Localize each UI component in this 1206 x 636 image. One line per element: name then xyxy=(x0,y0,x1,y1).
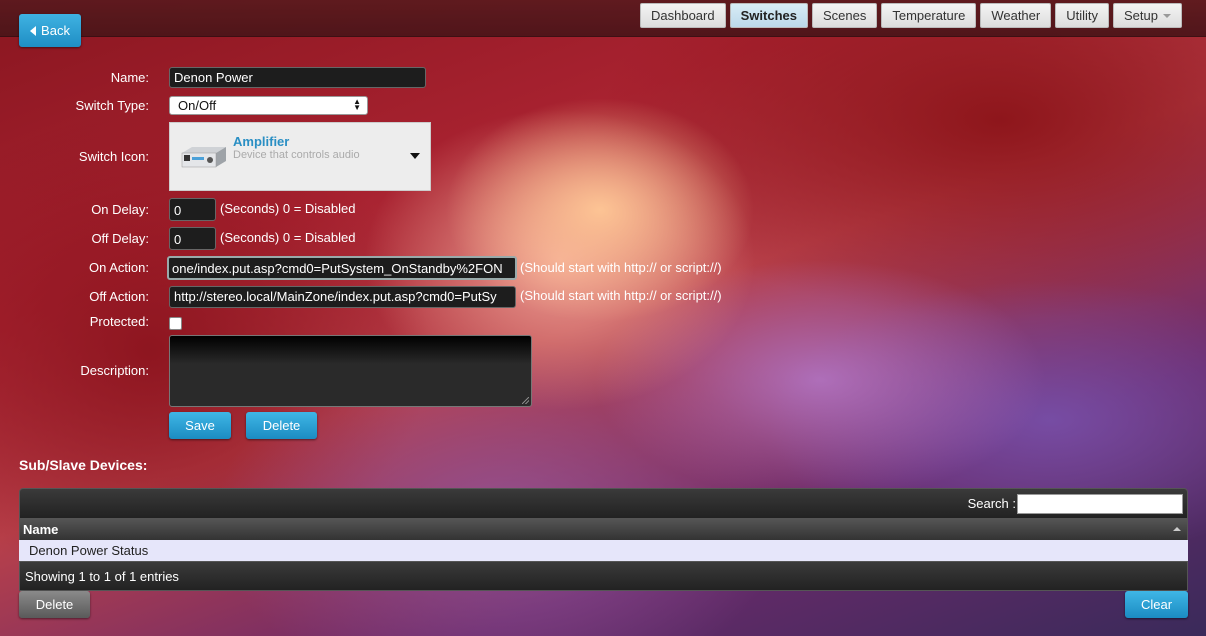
table-toolbar: Search : xyxy=(19,488,1188,519)
icon-subtitle: Device that controls audio xyxy=(233,149,360,161)
name-input[interactable]: Denon Power xyxy=(169,67,426,88)
delete-button[interactable]: Delete xyxy=(246,412,317,439)
on-delay-hint: (Seconds) 0 = Disabled xyxy=(220,201,356,216)
subdevices-title: Sub/Slave Devices: xyxy=(19,457,148,473)
on-action-hint: (Should start with http:// or script://) xyxy=(520,260,722,275)
protected-checkbox[interactable] xyxy=(169,317,182,330)
column-name-label: Name xyxy=(23,522,59,537)
table-info: Showing 1 to 1 of 1 entries xyxy=(19,561,1188,591)
delete-subdevice-button[interactable]: Delete xyxy=(19,591,90,618)
arrow-left-icon xyxy=(30,26,37,36)
off-action-label: Off Action: xyxy=(89,289,149,304)
clear-button[interactable]: Clear xyxy=(1125,591,1188,618)
tab-temperature[interactable]: Temperature xyxy=(881,3,977,28)
description-label: Description: xyxy=(80,363,149,378)
search-input[interactable] xyxy=(1017,494,1183,514)
off-delay-label: Off Delay: xyxy=(91,231,149,246)
main-nav: Dashboard Switches Scenes Temperature We… xyxy=(640,3,1182,28)
subdevices-table: Search : Name Denon Power Status Showing… xyxy=(19,488,1188,591)
switch-icon-label: Switch Icon: xyxy=(78,149,149,164)
protected-label: Protected: xyxy=(89,314,149,329)
off-action-input[interactable]: http://stereo.local/MainZone/index.put.a… xyxy=(169,286,516,308)
off-delay-hint: (Seconds) 0 = Disabled xyxy=(220,230,356,245)
tab-dashboard[interactable]: Dashboard xyxy=(640,3,726,28)
tab-setup[interactable]: Setup xyxy=(1113,3,1182,28)
select-updown-icon: ▲ ▼ xyxy=(353,97,361,112)
search-label: Search : xyxy=(967,496,1016,511)
off-delay-input[interactable]: 0 xyxy=(169,227,216,250)
on-action-input[interactable]: one/index.put.asp?cmd0=PutSystem_OnStand… xyxy=(167,256,517,280)
name-label: Name: xyxy=(110,70,149,85)
table-row[interactable]: Denon Power Status xyxy=(19,540,1188,561)
back-label: Back xyxy=(41,23,70,38)
save-button[interactable]: Save xyxy=(169,412,231,439)
on-delay-label: On Delay: xyxy=(91,202,149,217)
tab-switches[interactable]: Switches xyxy=(729,3,808,28)
tab-utility[interactable]: Utility xyxy=(1055,3,1110,28)
tab-setup-label: Setup xyxy=(1124,8,1158,23)
switch-icon-picker[interactable]: Amplifier Device that controls audio xyxy=(169,122,431,191)
resize-grip-icon[interactable] xyxy=(522,397,529,404)
sort-asc-icon xyxy=(1173,527,1181,531)
on-action-label: On Action: xyxy=(89,260,149,275)
off-action-hint: (Should start with http:// or script://) xyxy=(520,288,722,303)
tab-weather[interactable]: Weather xyxy=(980,3,1052,28)
switch-type-value: On/Off xyxy=(178,98,217,113)
amplifier-icon xyxy=(181,147,226,168)
back-button[interactable]: Back xyxy=(19,14,81,47)
tab-scenes[interactable]: Scenes xyxy=(811,3,878,28)
caret-down-icon xyxy=(410,153,420,159)
chevron-down-icon xyxy=(1163,14,1171,18)
switch-type-label: Switch Type: xyxy=(75,98,149,113)
on-delay-input[interactable]: 0 xyxy=(169,198,216,221)
icon-title: Amplifier xyxy=(233,134,290,149)
column-header-name[interactable]: Name xyxy=(19,519,1188,540)
switch-type-select[interactable]: On/Off ▲ ▼ xyxy=(169,96,368,115)
description-textarea[interactable] xyxy=(169,335,532,407)
